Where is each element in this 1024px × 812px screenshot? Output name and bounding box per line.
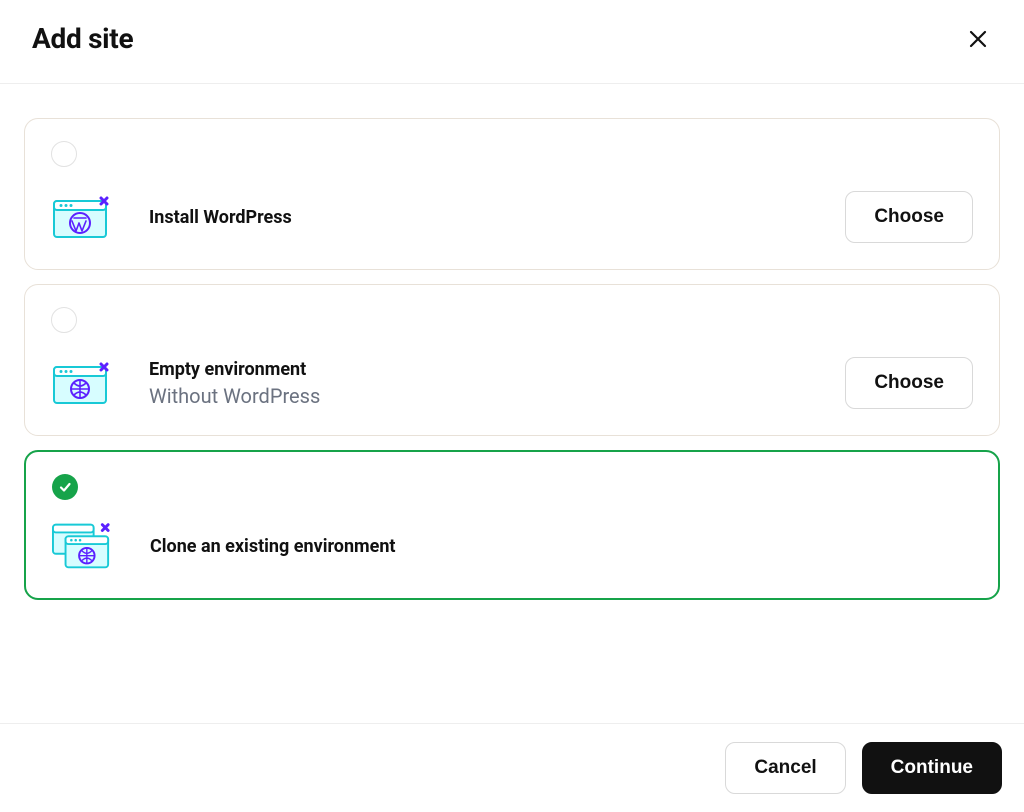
radio-unchecked-icon[interactable] (51, 141, 77, 167)
modal-header: Add site (0, 0, 1024, 84)
option-text: Install WordPress (149, 207, 807, 228)
clone-browser-icon (52, 518, 112, 574)
option-clone-environment[interactable]: Clone an existing environment (24, 450, 1000, 600)
option-install-wordpress[interactable]: Install WordPress Choose (24, 118, 1000, 270)
continue-button[interactable]: Continue (862, 742, 1002, 794)
radio-unchecked-icon[interactable] (51, 307, 77, 333)
radio-checked-icon[interactable] (52, 474, 78, 500)
options-container: Install WordPress Choose (0, 84, 1024, 600)
modal-footer: Cancel Continue (0, 723, 1024, 812)
option-content: Install WordPress Choose (51, 189, 973, 245)
option-title: Install WordPress (149, 207, 807, 228)
radio-row (51, 307, 973, 337)
close-icon (969, 30, 987, 48)
radio-row (52, 474, 972, 500)
check-icon (58, 480, 72, 494)
wordpress-browser-icon (51, 189, 111, 245)
option-empty-environment[interactable]: Empty environment Without WordPress Choo… (24, 284, 1000, 436)
close-button[interactable] (964, 25, 992, 53)
option-content: Clone an existing environment (52, 518, 972, 574)
option-title: Clone an existing environment (150, 536, 972, 557)
choose-button[interactable]: Choose (845, 191, 973, 243)
option-title: Empty environment (149, 359, 807, 380)
radio-row (51, 141, 973, 171)
option-subtitle: Without WordPress (149, 384, 807, 408)
choose-button[interactable]: Choose (845, 357, 973, 409)
page-title: Add site (32, 22, 133, 55)
cancel-button[interactable]: Cancel (725, 742, 845, 794)
option-content: Empty environment Without WordPress Choo… (51, 355, 973, 411)
globe-browser-icon (51, 355, 111, 411)
option-text: Clone an existing environment (150, 536, 972, 557)
option-text: Empty environment Without WordPress (149, 359, 807, 408)
